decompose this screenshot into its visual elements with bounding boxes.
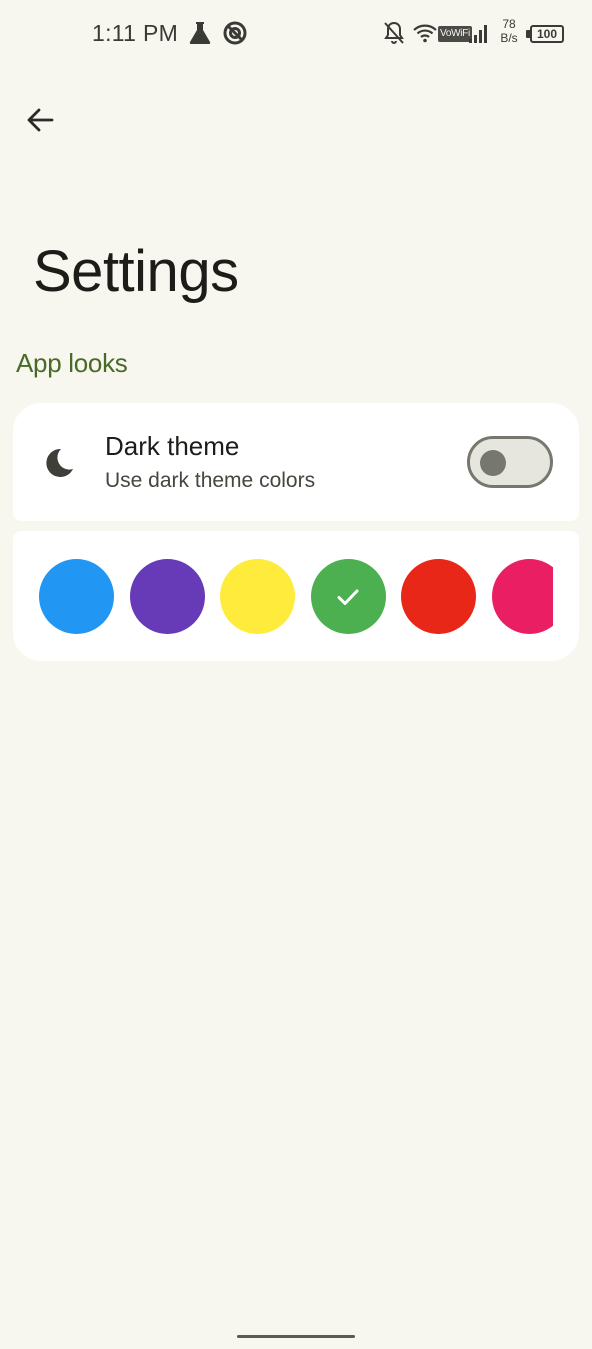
home-indicator[interactable] — [237, 1335, 355, 1338]
status-time: 1:11 PM — [92, 20, 179, 46]
section-header-app-looks: App looks — [16, 348, 128, 378]
sync-icon — [222, 20, 248, 46]
check-icon — [337, 589, 359, 605]
signal-icon — [468, 22, 490, 44]
color-swatch-yellow[interactable] — [220, 559, 295, 634]
page-title: Settings — [33, 239, 239, 304]
lab-flask-icon — [188, 20, 212, 46]
wifi-icon — [412, 21, 438, 45]
speed-unit: B/s — [500, 31, 518, 45]
moon-icon — [41, 445, 77, 481]
color-swatch-pink[interactable] — [491, 559, 553, 634]
dark-theme-setting[interactable]: Dark theme Use dark theme colors — [13, 403, 579, 521]
settings-screen: 1:11 PM VoWiFi 78 B/s 100 Settings App l… — [0, 0, 592, 1349]
color-swatch-row[interactable] — [39, 559, 553, 635]
back-button[interactable] — [16, 96, 64, 144]
dark-theme-subtitle: Use dark theme colors — [105, 469, 316, 492]
color-swatch-green[interactable] — [310, 559, 386, 634]
color-swatch-purple[interactable] — [129, 559, 205, 634]
color-palette-card — [13, 531, 579, 661]
speed-value: 78 — [502, 17, 516, 31]
vowifi-badge: VoWiFi — [438, 26, 472, 42]
color-swatch-blue[interactable] — [39, 559, 114, 634]
dark-theme-toggle[interactable] — [467, 436, 553, 488]
dark-theme-title: Dark theme — [105, 431, 240, 461]
toggle-thumb — [480, 450, 506, 476]
arrow-back-icon — [27, 108, 54, 132]
color-swatch-red[interactable] — [401, 559, 476, 634]
status-bar: 1:11 PM VoWiFi 78 B/s 100 — [0, 0, 592, 68]
network-speed: 78 B/s — [496, 17, 522, 45]
battery-level: 100 — [530, 25, 564, 43]
bell-off-icon — [382, 20, 406, 46]
